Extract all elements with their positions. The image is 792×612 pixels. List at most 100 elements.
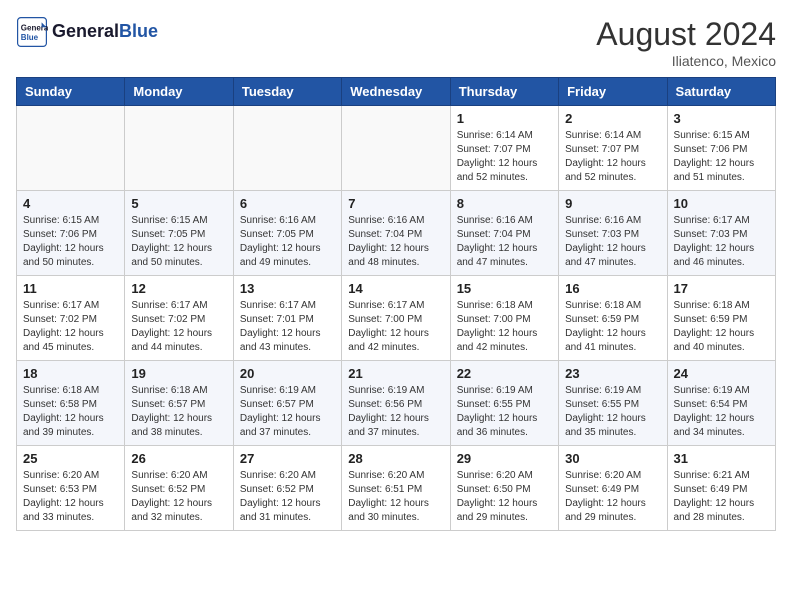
day-number: 19 (131, 366, 226, 381)
calendar-day-cell (342, 106, 450, 191)
day-info: Sunrise: 6:16 AM Sunset: 7:03 PM Dayligh… (565, 214, 660, 270)
day-number: 28 (348, 451, 443, 466)
calendar-day-cell: 5 Sunrise: 6:15 AM Sunset: 7:05 PM Daylig… (125, 191, 233, 276)
weekday-header: Wednesday (342, 78, 450, 106)
day-number: 17 (674, 281, 769, 296)
day-info: Sunrise: 6:17 AM Sunset: 7:00 PM Dayligh… (348, 299, 443, 355)
day-number: 9 (565, 196, 660, 211)
page-header: General Blue GeneralBlue August 2024 Ili… (16, 16, 776, 69)
day-info: Sunrise: 6:20 AM Sunset: 6:49 PM Dayligh… (565, 469, 660, 525)
calendar-week-row: 18Sunrise: 6:18 AM Sunset: 6:58 PM Dayli… (17, 361, 776, 446)
calendar-header-row: SundayMondayTuesdayWednesdayThursdayFrid… (17, 78, 776, 106)
weekday-header: Saturday (667, 78, 775, 106)
day-number: 31 (674, 451, 769, 466)
day-info: Sunrise: 6:19 AM Sunset: 6:55 PM Dayligh… (457, 384, 552, 440)
calendar-day-cell (233, 106, 341, 191)
day-number: 11 (23, 281, 118, 296)
day-info: Sunrise: 6:15 AM Sunset: 7:06 PM Dayligh… (674, 129, 769, 185)
day-number: 10 (674, 196, 769, 211)
day-number: 2 (565, 111, 660, 126)
day-info: Sunrise: 6:17 AM Sunset: 7:02 PM Dayligh… (23, 299, 118, 355)
location: Iliatenco, Mexico (596, 53, 776, 69)
day-info: Sunrise: 6:18 AM Sunset: 7:00 PM Dayligh… (457, 299, 552, 355)
day-number: 7 (348, 196, 443, 211)
day-number: 29 (457, 451, 552, 466)
calendar-day-cell: 3 Sunrise: 6:15 AM Sunset: 7:06 PM Daylig… (667, 106, 775, 191)
day-info: Sunrise: 6:16 AM Sunset: 7:05 PM Dayligh… (240, 214, 335, 270)
svg-text:Blue: Blue (21, 33, 39, 42)
calendar-day-cell: 30 Sunrise: 6:20 AM Sunset: 6:49 PM Dayli… (559, 446, 667, 531)
calendar-day-cell: 26Sunrise: 6:20 AM Sunset: 6:52 PM Dayli… (125, 446, 233, 531)
calendar-day-cell: 25 Sunrise: 6:20 AM Sunset: 6:53 PM Dayli… (17, 446, 125, 531)
day-info: Sunrise: 6:17 AM Sunset: 7:02 PM Dayligh… (131, 299, 226, 355)
calendar-week-row: 1Sunrise: 6:14 AM Sunset: 7:07 PM Daylig… (17, 106, 776, 191)
calendar-day-cell (17, 106, 125, 191)
day-number: 3 (674, 111, 769, 126)
calendar-day-cell: 29 Sunrise: 6:20 AM Sunset: 6:50 PM Dayli… (450, 446, 558, 531)
day-number: 14 (348, 281, 443, 296)
day-info: Sunrise: 6:20 AM Sunset: 6:52 PM Dayligh… (131, 469, 226, 525)
calendar-day-cell: 7Sunrise: 6:16 AM Sunset: 7:04 PM Daylig… (342, 191, 450, 276)
day-number: 13 (240, 281, 335, 296)
day-number: 23 (565, 366, 660, 381)
calendar-day-cell: 18Sunrise: 6:18 AM Sunset: 6:58 PM Dayli… (17, 361, 125, 446)
day-info: Sunrise: 6:18 AM Sunset: 6:59 PM Dayligh… (674, 299, 769, 355)
calendar-day-cell: 14 Sunrise: 6:17 AM Sunset: 7:00 PM Dayli… (342, 276, 450, 361)
day-info: Sunrise: 6:19 AM Sunset: 6:56 PM Dayligh… (348, 384, 443, 440)
calendar-week-row: 25 Sunrise: 6:20 AM Sunset: 6:53 PM Dayli… (17, 446, 776, 531)
logo-icon: General Blue (16, 16, 48, 48)
day-info: Sunrise: 6:15 AM Sunset: 7:05 PM Dayligh… (131, 214, 226, 270)
calendar-day-cell: 1Sunrise: 6:14 AM Sunset: 7:07 PM Daylig… (450, 106, 558, 191)
weekday-header: Sunday (17, 78, 125, 106)
day-info: Sunrise: 6:20 AM Sunset: 6:51 PM Dayligh… (348, 469, 443, 525)
day-number: 30 (565, 451, 660, 466)
calendar-day-cell: 28 Sunrise: 6:20 AM Sunset: 6:51 PM Dayli… (342, 446, 450, 531)
calendar-week-row: 4Sunrise: 6:15 AM Sunset: 7:06 PM Daylig… (17, 191, 776, 276)
day-info: Sunrise: 6:14 AM Sunset: 7:07 PM Dayligh… (565, 129, 660, 185)
day-info: Sunrise: 6:19 AM Sunset: 6:55 PM Dayligh… (565, 384, 660, 440)
calendar-day-cell: 2 Sunrise: 6:14 AM Sunset: 7:07 PM Daylig… (559, 106, 667, 191)
calendar-day-cell: 4Sunrise: 6:15 AM Sunset: 7:06 PM Daylig… (17, 191, 125, 276)
calendar-week-row: 11 Sunrise: 6:17 AM Sunset: 7:02 PM Dayli… (17, 276, 776, 361)
logo: General Blue GeneralBlue (16, 16, 158, 48)
calendar-day-cell: 8 Sunrise: 6:16 AM Sunset: 7:04 PM Daylig… (450, 191, 558, 276)
day-info: Sunrise: 6:18 AM Sunset: 6:58 PM Dayligh… (23, 384, 118, 440)
day-number: 12 (131, 281, 226, 296)
calendar-day-cell: 21 Sunrise: 6:19 AM Sunset: 6:56 PM Dayli… (342, 361, 450, 446)
calendar-day-cell: 23 Sunrise: 6:19 AM Sunset: 6:55 PM Dayli… (559, 361, 667, 446)
day-number: 27 (240, 451, 335, 466)
day-number: 22 (457, 366, 552, 381)
weekday-header: Monday (125, 78, 233, 106)
calendar-table: SundayMondayTuesdayWednesdayThursdayFrid… (16, 77, 776, 531)
calendar-day-cell: 16Sunrise: 6:18 AM Sunset: 6:59 PM Dayli… (559, 276, 667, 361)
calendar-day-cell: 27 Sunrise: 6:20 AM Sunset: 6:52 PM Dayli… (233, 446, 341, 531)
day-number: 24 (674, 366, 769, 381)
calendar-day-cell: 15Sunrise: 6:18 AM Sunset: 7:00 PM Dayli… (450, 276, 558, 361)
day-number: 16 (565, 281, 660, 296)
day-info: Sunrise: 6:19 AM Sunset: 6:57 PM Dayligh… (240, 384, 335, 440)
day-number: 21 (348, 366, 443, 381)
day-info: Sunrise: 6:20 AM Sunset: 6:50 PM Dayligh… (457, 469, 552, 525)
calendar-day-cell: 11 Sunrise: 6:17 AM Sunset: 7:02 PM Dayli… (17, 276, 125, 361)
calendar-day-cell: 31Sunrise: 6:21 AM Sunset: 6:49 PM Dayli… (667, 446, 775, 531)
day-info: Sunrise: 6:17 AM Sunset: 7:01 PM Dayligh… (240, 299, 335, 355)
day-info: Sunrise: 6:18 AM Sunset: 6:57 PM Dayligh… (131, 384, 226, 440)
day-number: 25 (23, 451, 118, 466)
day-number: 4 (23, 196, 118, 211)
day-number: 5 (131, 196, 226, 211)
month-year: August 2024 (596, 16, 776, 53)
title-block: August 2024 Iliatenco, Mexico (596, 16, 776, 69)
day-info: Sunrise: 6:16 AM Sunset: 7:04 PM Dayligh… (457, 214, 552, 270)
calendar-day-cell: 22 Sunrise: 6:19 AM Sunset: 6:55 PM Dayli… (450, 361, 558, 446)
logo-text: GeneralBlue (52, 22, 158, 42)
calendar-day-cell: 17 Sunrise: 6:18 AM Sunset: 6:59 PM Dayli… (667, 276, 775, 361)
day-number: 6 (240, 196, 335, 211)
day-info: Sunrise: 6:20 AM Sunset: 6:52 PM Dayligh… (240, 469, 335, 525)
calendar-day-cell: 6 Sunrise: 6:16 AM Sunset: 7:05 PM Daylig… (233, 191, 341, 276)
day-number: 8 (457, 196, 552, 211)
day-info: Sunrise: 6:20 AM Sunset: 6:53 PM Dayligh… (23, 469, 118, 525)
day-info: Sunrise: 6:19 AM Sunset: 6:54 PM Dayligh… (674, 384, 769, 440)
calendar-day-cell (125, 106, 233, 191)
calendar-day-cell: 19 Sunrise: 6:18 AM Sunset: 6:57 PM Dayli… (125, 361, 233, 446)
day-number: 20 (240, 366, 335, 381)
